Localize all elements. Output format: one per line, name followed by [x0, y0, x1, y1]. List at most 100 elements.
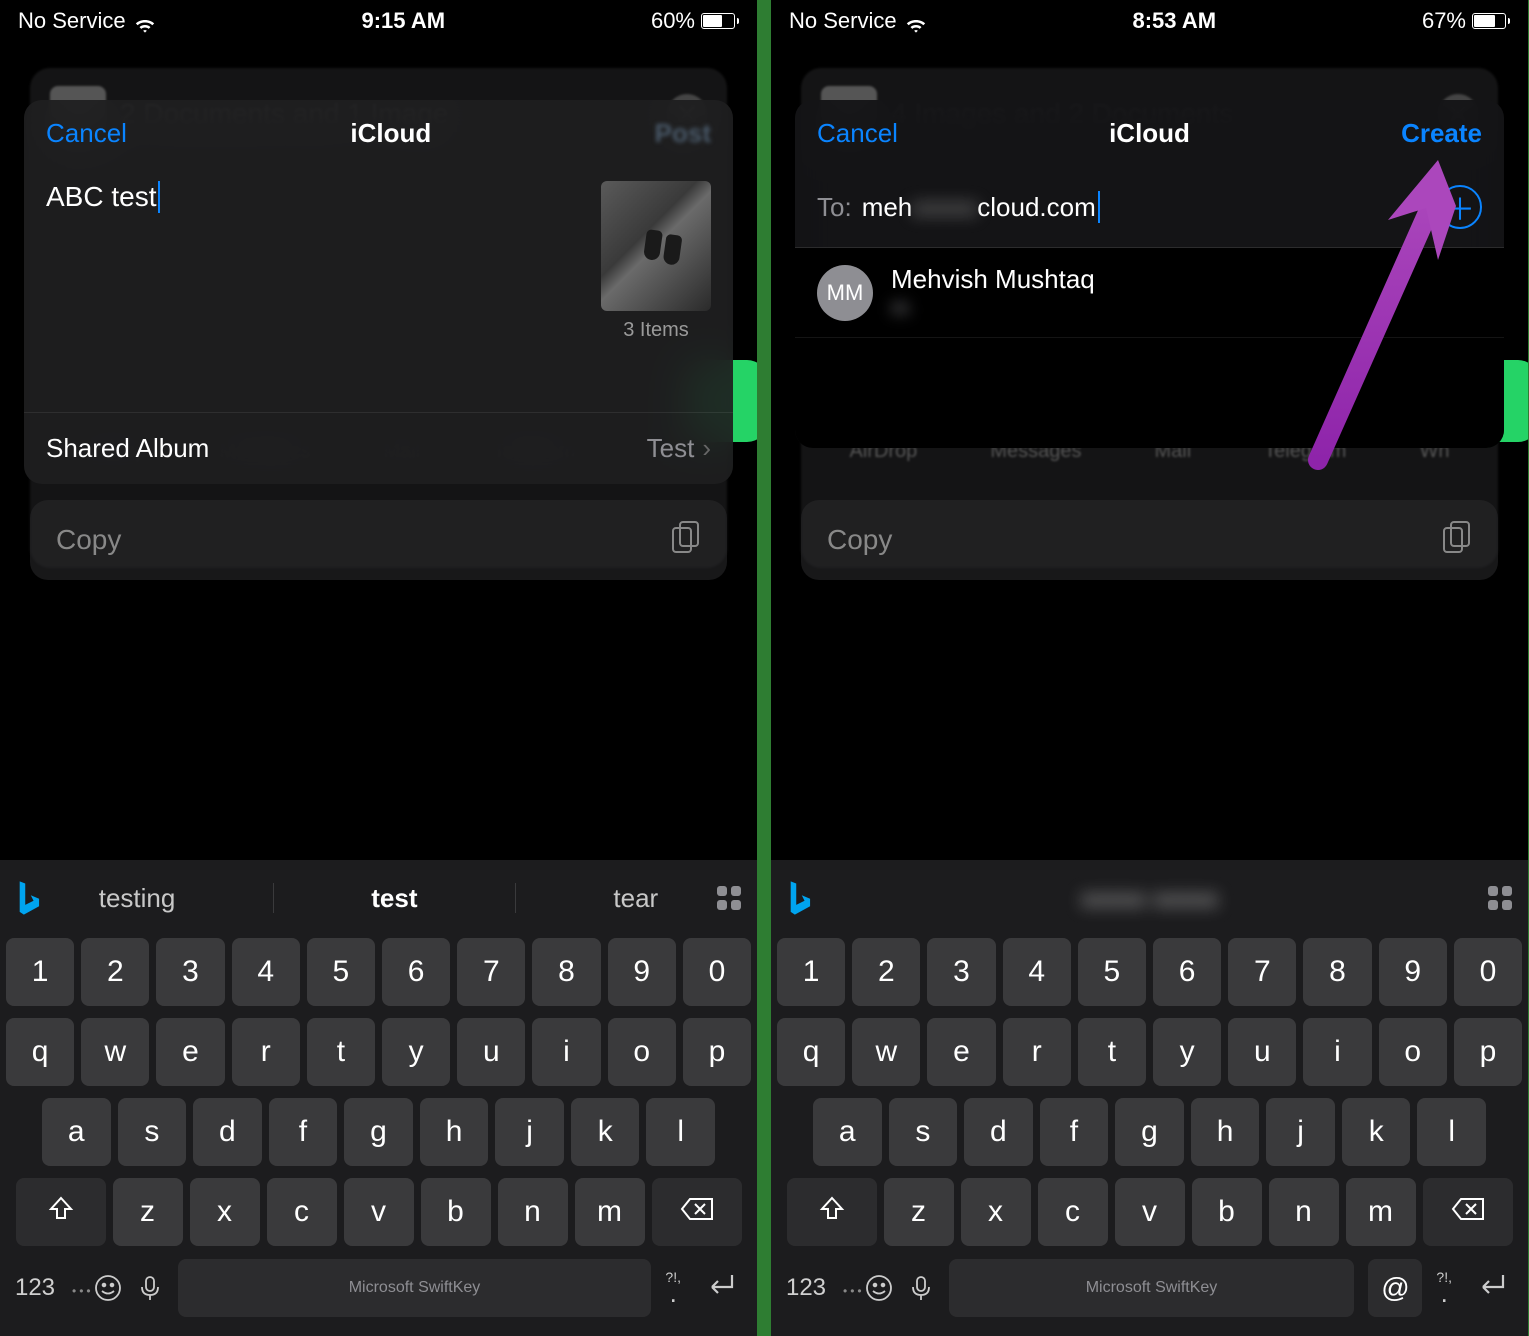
key-3[interactable]: 3	[927, 938, 995, 1006]
key-6[interactable]: 6	[382, 938, 450, 1006]
key-f[interactable]: f	[1040, 1098, 1109, 1166]
key-r[interactable]: r	[232, 1018, 300, 1086]
suggestion-bar[interactable]: testing test tear	[50, 883, 707, 914]
key-1[interactable]: 1	[6, 938, 74, 1006]
key-0[interactable]: 0	[1454, 938, 1522, 1006]
key-x[interactable]: x	[961, 1178, 1031, 1246]
cancel-button[interactable]: Cancel	[817, 118, 898, 149]
key-m[interactable]: m	[575, 1178, 645, 1246]
shared-album-row[interactable]: Shared Album Test ›	[24, 412, 733, 484]
suggestion[interactable]: test	[371, 883, 417, 914]
key-q[interactable]: q	[6, 1018, 74, 1086]
key-v[interactable]: v	[344, 1178, 414, 1246]
key-u[interactable]: u	[1228, 1018, 1296, 1086]
key-b[interactable]: b	[421, 1178, 491, 1246]
mic-key[interactable]	[907, 1258, 935, 1318]
key-m[interactable]: m	[1346, 1178, 1416, 1246]
key-4[interactable]: 4	[1003, 938, 1071, 1006]
key-z[interactable]: z	[884, 1178, 954, 1246]
key-2[interactable]: 2	[81, 938, 149, 1006]
key-i[interactable]: i	[1303, 1018, 1371, 1086]
key-t[interactable]: t	[307, 1018, 375, 1086]
key-n[interactable]: n	[1269, 1178, 1339, 1246]
key-g[interactable]: g	[344, 1098, 413, 1166]
keyboard[interactable]: testing test tear 1234567890qwertyuiopas…	[0, 860, 757, 1336]
key-8[interactable]: 8	[532, 938, 600, 1006]
bing-icon[interactable]	[777, 880, 821, 916]
key-s[interactable]: s	[889, 1098, 958, 1166]
key-p[interactable]: p	[1454, 1018, 1522, 1086]
emoji-key[interactable]: •••	[843, 1258, 893, 1318]
suggestion[interactable]: tear	[613, 883, 658, 914]
suggestion[interactable]: testing	[99, 883, 176, 914]
album-name-input[interactable]: ABC test	[46, 181, 160, 213]
key-3[interactable]: 3	[156, 938, 224, 1006]
key-4[interactable]: 4	[232, 938, 300, 1006]
key-1[interactable]: 1	[777, 938, 845, 1006]
key-e[interactable]: e	[156, 1018, 224, 1086]
key-6[interactable]: 6	[1153, 938, 1221, 1006]
punctuation-key[interactable]: ?!,.	[665, 1258, 681, 1318]
key-h[interactable]: h	[420, 1098, 489, 1166]
key-7[interactable]: 7	[457, 938, 525, 1006]
key-2[interactable]: 2	[852, 938, 920, 1006]
keyboard-grid-icon[interactable]	[1478, 886, 1522, 910]
shift-key[interactable]	[787, 1178, 877, 1246]
to-input[interactable]: mehvvvvvcloud.com	[862, 191, 1100, 223]
key-p[interactable]: p	[683, 1018, 751, 1086]
key-9[interactable]: 9	[608, 938, 676, 1006]
key-f[interactable]: f	[269, 1098, 338, 1166]
key-5[interactable]: 5	[1078, 938, 1146, 1006]
key-z[interactable]: z	[113, 1178, 183, 1246]
key-s[interactable]: s	[118, 1098, 187, 1166]
key-y[interactable]: y	[1153, 1018, 1221, 1086]
key-7[interactable]: 7	[1228, 938, 1296, 1006]
backspace-key[interactable]	[652, 1178, 742, 1246]
shift-key[interactable]	[16, 1178, 106, 1246]
mode-key[interactable]: 123	[783, 1258, 829, 1318]
key-n[interactable]: n	[498, 1178, 568, 1246]
enter-key[interactable]	[1466, 1258, 1516, 1318]
key-5[interactable]: 5	[307, 938, 375, 1006]
key-j[interactable]: j	[495, 1098, 564, 1166]
keyboard-grid-icon[interactable]	[707, 886, 751, 910]
key-t[interactable]: t	[1078, 1018, 1146, 1086]
key-q[interactable]: q	[777, 1018, 845, 1086]
punctuation-key[interactable]: ?!,.	[1436, 1258, 1452, 1318]
at-key[interactable]: @	[1368, 1259, 1422, 1317]
key-v[interactable]: v	[1115, 1178, 1185, 1246]
contact-suggestion[interactable]: MM Mehvish Mushtaq m	[795, 248, 1504, 338]
key-l[interactable]: l	[646, 1098, 715, 1166]
emoji-key[interactable]: •••	[72, 1258, 122, 1318]
cancel-button[interactable]: Cancel	[46, 118, 127, 149]
key-c[interactable]: c	[267, 1178, 337, 1246]
key-9[interactable]: 9	[1379, 938, 1447, 1006]
key-c[interactable]: c	[1038, 1178, 1108, 1246]
bing-icon[interactable]	[6, 880, 50, 916]
to-field-row[interactable]: To: mehvvvvvcloud.com ＋	[795, 167, 1504, 248]
suggestion-bar[interactable]: xxxxx xxxxx	[821, 883, 1478, 914]
enter-key[interactable]	[695, 1258, 745, 1318]
key-8[interactable]: 8	[1303, 938, 1371, 1006]
keyboard[interactable]: xxxxx xxxxx 1234567890qwertyuiopasdfghjk…	[771, 860, 1528, 1336]
key-r[interactable]: r	[1003, 1018, 1071, 1086]
add-contact-button[interactable]: ＋	[1438, 185, 1482, 229]
create-button[interactable]: Create	[1401, 118, 1482, 149]
key-x[interactable]: x	[190, 1178, 260, 1246]
key-0[interactable]: 0	[683, 938, 751, 1006]
post-button[interactable]: Post	[655, 118, 711, 149]
key-i[interactable]: i	[532, 1018, 600, 1086]
backspace-key[interactable]	[1423, 1178, 1513, 1246]
key-e[interactable]: e	[927, 1018, 995, 1086]
key-o[interactable]: o	[608, 1018, 676, 1086]
key-d[interactable]: d	[193, 1098, 262, 1166]
key-a[interactable]: a	[813, 1098, 882, 1166]
spacebar[interactable]: Microsoft SwiftKey	[949, 1259, 1355, 1317]
key-u[interactable]: u	[457, 1018, 525, 1086]
key-k[interactable]: k	[571, 1098, 640, 1166]
key-a[interactable]: a	[42, 1098, 111, 1166]
mode-key[interactable]: 123	[12, 1258, 58, 1318]
spacebar[interactable]: Microsoft SwiftKey	[178, 1259, 652, 1317]
mic-key[interactable]	[136, 1258, 164, 1318]
key-k[interactable]: k	[1342, 1098, 1411, 1166]
